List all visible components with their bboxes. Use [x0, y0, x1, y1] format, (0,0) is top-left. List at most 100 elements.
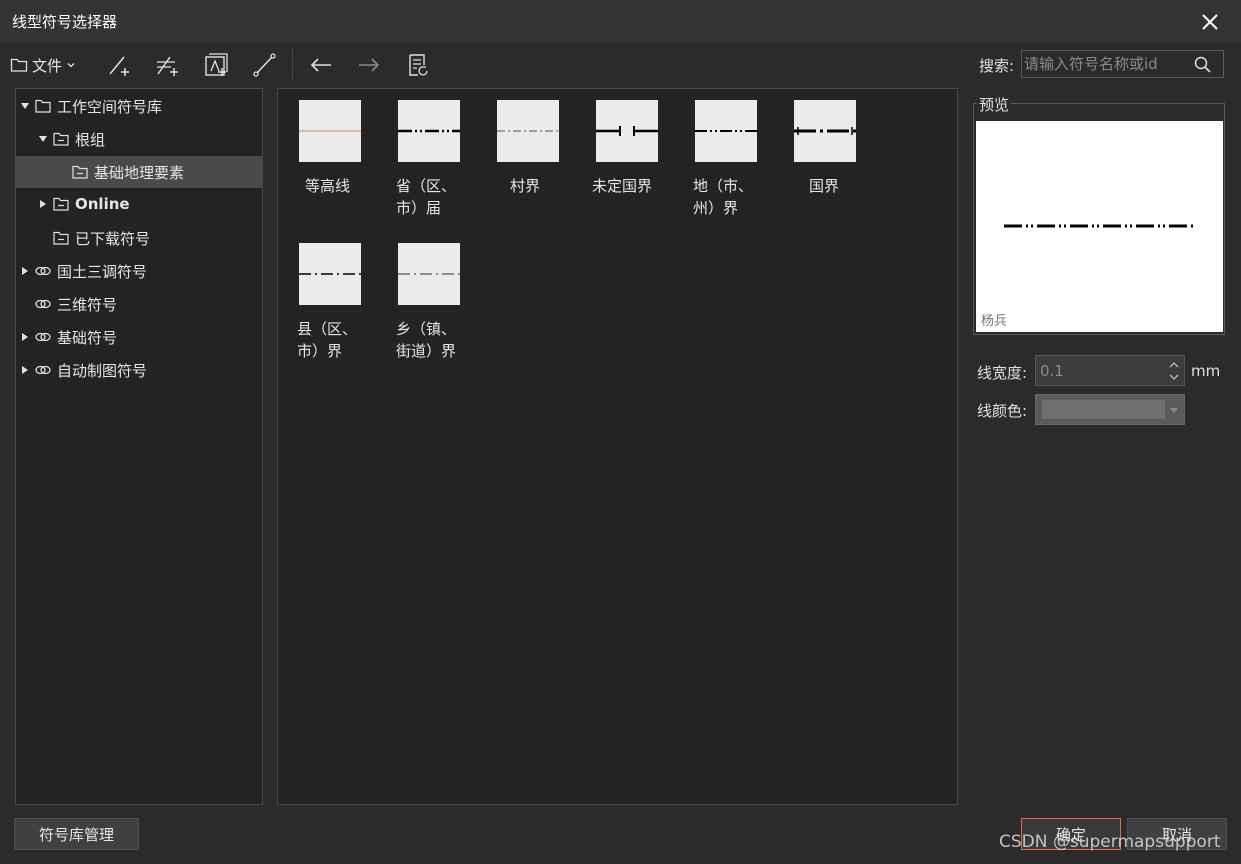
- tree-item-3d-symbols[interactable]: 三维符号: [16, 288, 262, 320]
- tree-item-downloaded-symbols[interactable]: 已下载符号: [16, 222, 262, 254]
- tree-item-label: 三维符号: [57, 295, 118, 314]
- search-icon[interactable]: [1193, 55, 1213, 75]
- new-multiline-icon: [157, 56, 178, 76]
- toolbar-separator: [292, 49, 293, 79]
- symbol-thumbnail: [398, 100, 460, 162]
- tree-item-label: 国土三调符号: [57, 262, 148, 281]
- close-icon[interactable]: [1197, 9, 1223, 35]
- symbol-grid: 等高线 省（区、 市）届 村界 未定国界 地（市、 州）界 国界 县（区、 市）…: [277, 88, 958, 805]
- edit-line-button[interactable]: [249, 51, 279, 79]
- line-width-label: 线宽度:: [977, 364, 1028, 382]
- symbol-thumbnail: [596, 100, 658, 162]
- line-width-unit: mm: [1191, 362, 1221, 380]
- title-bar: 线型符号选择器: [0, 0, 1241, 43]
- preview-line: [1004, 224, 1194, 228]
- tree-item-workspace-library[interactable]: 工作空间符号库: [16, 90, 262, 122]
- tree-item-root-group[interactable]: 根组: [16, 123, 262, 155]
- search-input[interactable]: [1024, 53, 1189, 75]
- symbol-item-township-boundary[interactable]: 乡（镇、 街道）界: [377, 232, 467, 372]
- link-icon: [34, 329, 52, 345]
- line-width-spinbox: [1035, 355, 1185, 386]
- symbol-label: 县（区、 市）界: [297, 320, 358, 360]
- collapsed-arrow-icon[interactable]: [20, 266, 30, 276]
- symbol-label: 地（市、 州）界: [693, 177, 754, 217]
- back-button[interactable]: [306, 51, 336, 79]
- expanded-arrow-icon[interactable]: [38, 134, 48, 144]
- preview-symbol-name: 杨兵: [981, 314, 1008, 329]
- line-width-input[interactable]: [1040, 360, 1160, 382]
- line-icon: [253, 53, 276, 77]
- tree-item-label: 基础地理要素: [94, 163, 185, 182]
- symbol-library-tree: 工作空间符号库 根组 基础地理要素 Online 已下载符号 国土三调符号 三维…: [15, 88, 263, 805]
- search-label: 搜索:: [979, 57, 1015, 75]
- import-symbol-button[interactable]: [201, 51, 231, 79]
- tree-item-basic-geo-elements[interactable]: 基础地理要素: [16, 156, 262, 188]
- group-folder-icon: [71, 164, 89, 180]
- search-box: [1021, 50, 1224, 78]
- symbol-thumbnail: [794, 100, 856, 162]
- symbol-item-province-boundary[interactable]: 省（区、 市）届: [377, 89, 467, 229]
- arrow-right-icon: [359, 58, 380, 72]
- link-icon: [34, 263, 52, 279]
- arrow-left-icon: [310, 58, 331, 72]
- symbol-properties-button[interactable]: [403, 51, 433, 79]
- symbol-item-village-boundary[interactable]: 村界: [476, 89, 566, 229]
- link-icon: [34, 296, 52, 312]
- folder-icon: [10, 58, 28, 72]
- symbol-label: 省（区、 市）届: [396, 177, 457, 217]
- symbol-item-undetermined-national-boundary[interactable]: 未定国界: [575, 89, 665, 229]
- collapsed-arrow-icon[interactable]: [20, 365, 30, 375]
- tree-item-auto-cartography-symbols[interactable]: 自动制图符号: [16, 354, 262, 386]
- chevron-down-icon: [67, 63, 75, 68]
- symbol-item-prefecture-boundary[interactable]: 地（市、 州）界: [674, 89, 764, 229]
- import-symbol-icon: [205, 53, 228, 76]
- group-folder-icon: [52, 196, 70, 212]
- symbol-thumbnail: [398, 243, 460, 305]
- line-color-picker[interactable]: [1035, 394, 1185, 425]
- symbol-thumbnail: [695, 100, 757, 162]
- symbol-thumbnail: [497, 100, 559, 162]
- file-menu-button[interactable]: 文件: [10, 51, 90, 79]
- forward-button[interactable]: [354, 51, 384, 79]
- tree-item-land-survey-symbols[interactable]: 国土三调符号: [16, 255, 262, 287]
- new-multi-line-button[interactable]: [153, 51, 183, 79]
- symbol-thumbnail: [299, 100, 361, 162]
- symbol-label: 等高线: [305, 177, 351, 195]
- symbol-label: 乡（镇、 街道）界: [396, 320, 457, 360]
- window-title: 线型符号选择器: [12, 13, 118, 31]
- tree-item-label: 根组: [75, 130, 106, 149]
- tree-item-label: 自动制图符号: [57, 361, 148, 380]
- symbol-item-national-boundary[interactable]: 国界: [773, 89, 863, 229]
- group-folder-icon: [52, 230, 70, 246]
- symbol-library-manage-button[interactable]: 符号库管理: [14, 818, 139, 850]
- expanded-arrow-icon[interactable]: [20, 101, 30, 111]
- collapsed-arrow-icon[interactable]: [20, 332, 30, 342]
- tree-item-label: 工作空间符号库: [57, 97, 163, 116]
- preview-title: 预览: [977, 94, 1012, 115]
- preview-canvas: 杨兵: [976, 121, 1223, 332]
- tree-item-label: Online: [75, 195, 130, 213]
- ok-button[interactable]: 确定: [1021, 818, 1121, 850]
- color-swatch: [1042, 400, 1165, 419]
- new-line-icon: [109, 56, 129, 76]
- symbol-thumbnail: [299, 243, 361, 305]
- cancel-button[interactable]: 取消: [1127, 818, 1227, 850]
- chevron-down-icon: [1170, 408, 1178, 413]
- folder-icon: [34, 98, 52, 114]
- spin-down-icon[interactable]: [1168, 371, 1180, 383]
- tree-item-label: 基础符号: [57, 328, 118, 347]
- spin-up-icon[interactable]: [1168, 359, 1180, 371]
- tree-item-basic-symbols[interactable]: 基础符号: [16, 321, 262, 353]
- document-refresh-icon: [409, 54, 428, 76]
- link-icon: [34, 362, 52, 378]
- tree-item-online[interactable]: Online: [16, 188, 262, 220]
- tree-item-label: 已下载符号: [75, 229, 151, 248]
- symbol-item-county-boundary[interactable]: 县（区、 市）界: [278, 232, 368, 372]
- group-folder-icon: [52, 131, 70, 147]
- line-color-label: 线颜色:: [977, 402, 1028, 420]
- collapsed-arrow-icon[interactable]: [38, 199, 48, 209]
- symbol-label: 国界: [809, 177, 840, 195]
- file-menu-label: 文件: [32, 56, 63, 75]
- symbol-item-contour-line[interactable]: 等高线: [278, 89, 368, 229]
- new-line-symbol-button[interactable]: [105, 51, 135, 79]
